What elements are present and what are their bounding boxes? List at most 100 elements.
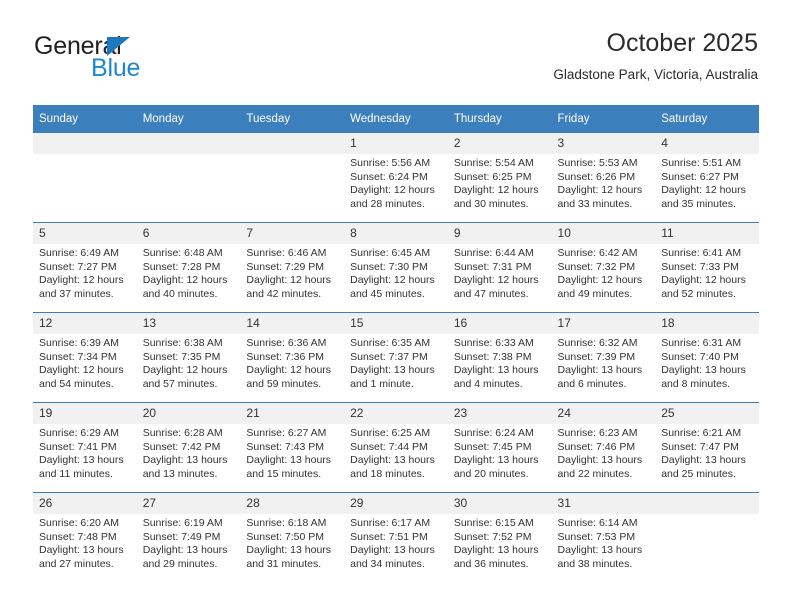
calendar-day-cell[interactable]: 8 Sunrise: 6:45 AM Sunset: 7:30 PM Daylight… bbox=[344, 222, 448, 313]
daylight-duration: Daylight: 13 hours and 4 minutes. bbox=[453, 364, 539, 390]
weekday-header-row: Sunday Monday Tuesday Wednesday Thursday Frid… bbox=[33, 105, 759, 133]
calendar-day-cell[interactable]: 30 Sunrise: 6:15 AM Sunset: 7:52 PM Dayligh… bbox=[447, 492, 552, 582]
calendar-day-cell[interactable]: 19 Sunrise: 6:29 AM Sunset: 7:41 PM Dayligh… bbox=[33, 402, 137, 493]
calendar-day-cell[interactable]: 29 Sunrise: 6:17 AM Sunset: 7:51 PM Dayligh… bbox=[344, 492, 448, 582]
brand-name-blue: Blue bbox=[91, 54, 141, 82]
calendar-day-cell[interactable]: 5 Sunrise: 6:49 AM Sunset: 7:27 PM Daylight… bbox=[33, 222, 137, 313]
day-details: Sunrise: 5:56 AM Sunset: 6:24 PM Daylight:… bbox=[344, 154, 448, 211]
sunset-time: Sunset: 6:27 PM bbox=[661, 170, 739, 183]
daylight-duration: Daylight: 13 hours and 18 minutes. bbox=[350, 454, 435, 480]
day-number: 9 bbox=[447, 223, 552, 244]
day-number: 6 bbox=[136, 223, 241, 244]
day-number bbox=[655, 493, 759, 514]
calendar-day-cell[interactable]: 12 Sunrise: 6:39 AM Sunset: 7:34 PM Dayligh… bbox=[33, 312, 137, 403]
sunrise-time: Sunrise: 6:19 AM bbox=[142, 517, 223, 529]
daylight-duration: Daylight: 12 hours and 57 minutes. bbox=[142, 364, 228, 390]
calendar-day-cell[interactable]: 24 Sunrise: 6:23 AM Sunset: 7:46 PM Dayligh… bbox=[551, 402, 656, 493]
day-details: Sunrise: 6:14 AM Sunset: 7:53 PM Daylight:… bbox=[552, 514, 656, 571]
calendar-day-cell[interactable]: 18 Sunrise: 6:31 AM Sunset: 7:40 PM Dayligh… bbox=[655, 312, 759, 403]
calendar-day-cell[interactable]: 25 Sunrise: 6:21 AM Sunset: 7:47 PM Dayligh… bbox=[655, 402, 759, 493]
day-details: Sunrise: 6:42 AM Sunset: 7:32 PM Daylight:… bbox=[552, 244, 656, 301]
daylight-duration: Daylight: 13 hours and 8 minutes. bbox=[661, 364, 746, 390]
day-number bbox=[136, 133, 241, 154]
daylight-duration: Daylight: 13 hours and 20 minutes. bbox=[453, 454, 539, 480]
title-block: October 2025 Gladstone Park, Victoria, A… bbox=[553, 28, 758, 86]
calendar-day-cell[interactable]: 4 Sunrise: 5:51 AM Sunset: 6:27 PM Daylight… bbox=[655, 133, 759, 223]
calendar-day-cell-empty bbox=[655, 492, 759, 582]
calendar-day-cell[interactable]: 23 Sunrise: 6:24 AM Sunset: 7:45 PM Dayligh… bbox=[447, 402, 552, 493]
sunset-time: Sunset: 7:39 PM bbox=[557, 350, 636, 363]
day-number: 20 bbox=[136, 403, 241, 424]
calendar-day-cell[interactable]: 26 Sunrise: 6:20 AM Sunset: 7:48 PM Dayligh… bbox=[33, 492, 137, 582]
sunrise-time: Sunrise: 6:42 AM bbox=[557, 247, 638, 259]
calendar-day-cell[interactable]: 14 Sunrise: 6:36 AM Sunset: 7:36 PM Dayligh… bbox=[240, 312, 345, 403]
sunset-time: Sunset: 7:44 PM bbox=[350, 440, 428, 453]
day-details: Sunrise: 6:45 AM Sunset: 7:30 PM Daylight:… bbox=[344, 244, 448, 301]
calendar-day-cell[interactable]: 9 Sunrise: 6:44 AM Sunset: 7:31 PM Daylight… bbox=[447, 222, 552, 313]
day-number: 2 bbox=[447, 133, 552, 154]
day-number: 14 bbox=[240, 313, 345, 334]
calendar-day-cell[interactable]: 13 Sunrise: 6:38 AM Sunset: 7:35 PM Dayligh… bbox=[136, 312, 241, 403]
weekday-header-saturday: Saturday bbox=[655, 105, 759, 133]
sunset-time: Sunset: 7:29 PM bbox=[246, 260, 325, 273]
calendar-day-cell[interactable]: 6 Sunrise: 6:48 AM Sunset: 7:28 PM Daylight… bbox=[136, 222, 241, 313]
daylight-duration: Daylight: 13 hours and 6 minutes. bbox=[557, 364, 643, 390]
calendar-day-cell[interactable]: 31 Sunrise: 6:14 AM Sunset: 7:53 PM Dayligh… bbox=[551, 492, 656, 582]
calendar-grid: Sunday Monday Tuesday Wednesday Thursday Frid… bbox=[33, 105, 759, 582]
sunrise-time: Sunrise: 6:28 AM bbox=[142, 427, 223, 439]
daylight-duration: Daylight: 12 hours and 30 minutes. bbox=[453, 184, 539, 210]
calendar-body: 1 Sunrise: 5:56 AM Sunset: 6:24 PM Daylight… bbox=[33, 133, 759, 582]
calendar-day-cell[interactable]: 7 Sunrise: 6:46 AM Sunset: 7:29 PM Daylight… bbox=[240, 222, 345, 313]
calendar-day-cell[interactable]: 15 Sunrise: 6:35 AM Sunset: 7:37 PM Dayligh… bbox=[344, 312, 448, 403]
daylight-duration: Daylight: 13 hours and 31 minutes. bbox=[246, 544, 332, 570]
calendar-day-cell[interactable]: 22 Sunrise: 6:25 AM Sunset: 7:44 PM Dayligh… bbox=[344, 402, 448, 493]
weekday-header-tuesday: Tuesday bbox=[240, 105, 345, 133]
calendar-day-cell[interactable]: 16 Sunrise: 6:33 AM Sunset: 7:38 PM Dayligh… bbox=[447, 312, 552, 403]
sunrise-time: Sunrise: 6:29 AM bbox=[39, 427, 119, 439]
sunset-time: Sunset: 6:26 PM bbox=[557, 170, 636, 183]
calendar-day-cell-empty bbox=[240, 133, 345, 223]
daylight-duration: Daylight: 12 hours and 42 minutes. bbox=[246, 274, 332, 300]
calendar-day-cell[interactable]: 20 Sunrise: 6:28 AM Sunset: 7:42 PM Dayligh… bbox=[136, 402, 241, 493]
day-details: Sunrise: 6:24 AM Sunset: 7:45 PM Daylight:… bbox=[448, 424, 552, 481]
sunset-time: Sunset: 7:36 PM bbox=[246, 350, 325, 363]
daylight-duration: Daylight: 12 hours and 45 minutes. bbox=[350, 274, 435, 300]
calendar-day-cell[interactable]: 2 Sunrise: 5:54 AM Sunset: 6:25 PM Daylight… bbox=[447, 133, 552, 223]
calendar-week-row: 5 Sunrise: 6:49 AM Sunset: 7:27 PM Daylight… bbox=[33, 222, 759, 313]
day-number: 31 bbox=[551, 493, 656, 514]
sunset-time: Sunset: 6:24 PM bbox=[350, 170, 428, 183]
calendar-day-cell[interactable]: 17 Sunrise: 6:32 AM Sunset: 7:39 PM Dayligh… bbox=[551, 312, 656, 403]
day-details: Sunrise: 6:35 AM Sunset: 7:37 PM Daylight:… bbox=[344, 334, 448, 391]
day-number: 13 bbox=[136, 313, 241, 334]
page-header: General Blue October 2025 Gladstone Park… bbox=[34, 28, 758, 100]
daylight-duration: Daylight: 13 hours and 13 minutes. bbox=[142, 454, 228, 480]
sunset-time: Sunset: 7:28 PM bbox=[142, 260, 221, 273]
calendar-day-cell[interactable]: 3 Sunrise: 5:53 AM Sunset: 6:26 PM Daylight… bbox=[551, 133, 656, 223]
sunrise-time: Sunrise: 6:23 AM bbox=[557, 427, 638, 439]
day-number: 24 bbox=[551, 403, 656, 424]
sunset-time: Sunset: 7:46 PM bbox=[557, 440, 636, 453]
calendar-day-cell[interactable]: 21 Sunrise: 6:27 AM Sunset: 7:43 PM Dayligh… bbox=[240, 402, 345, 493]
calendar-page: General Blue October 2025 Gladstone Park… bbox=[0, 0, 792, 612]
daylight-duration: Daylight: 13 hours and 1 minute. bbox=[350, 364, 435, 390]
daylight-duration: Daylight: 12 hours and 28 minutes. bbox=[350, 184, 435, 210]
day-number: 11 bbox=[655, 223, 759, 244]
calendar-day-cell[interactable]: 27 Sunrise: 6:19 AM Sunset: 7:49 PM Dayligh… bbox=[136, 492, 241, 582]
calendar-day-cell[interactable]: 11 Sunrise: 6:41 AM Sunset: 7:33 PM Dayligh… bbox=[655, 222, 759, 313]
page-subtitle: Gladstone Park, Victoria, Australia bbox=[553, 67, 758, 82]
daylight-duration: Daylight: 12 hours and 47 minutes. bbox=[453, 274, 539, 300]
day-number: 7 bbox=[240, 223, 345, 244]
day-number: 3 bbox=[551, 133, 656, 154]
day-details: Sunrise: 6:23 AM Sunset: 7:46 PM Daylight:… bbox=[552, 424, 656, 481]
calendar-day-cell[interactable]: 10 Sunrise: 6:42 AM Sunset: 7:32 PM Dayligh… bbox=[551, 222, 656, 313]
brand-logo[interactable]: General Blue bbox=[34, 32, 264, 94]
calendar-day-cell[interactable]: 1 Sunrise: 5:56 AM Sunset: 6:24 PM Daylight… bbox=[344, 133, 448, 223]
calendar-day-cell[interactable]: 28 Sunrise: 6:18 AM Sunset: 7:50 PM Dayligh… bbox=[240, 492, 345, 582]
sunset-time: Sunset: 7:51 PM bbox=[350, 530, 428, 543]
sunset-time: Sunset: 7:34 PM bbox=[39, 350, 117, 363]
day-details: Sunrise: 6:19 AM Sunset: 7:49 PM Daylight:… bbox=[137, 514, 241, 571]
sunrise-time: Sunrise: 6:45 AM bbox=[350, 247, 431, 259]
daylight-duration: Daylight: 13 hours and 34 minutes. bbox=[350, 544, 435, 570]
sunset-time: Sunset: 7:38 PM bbox=[453, 350, 532, 363]
sunrise-time: Sunrise: 6:35 AM bbox=[350, 337, 431, 349]
